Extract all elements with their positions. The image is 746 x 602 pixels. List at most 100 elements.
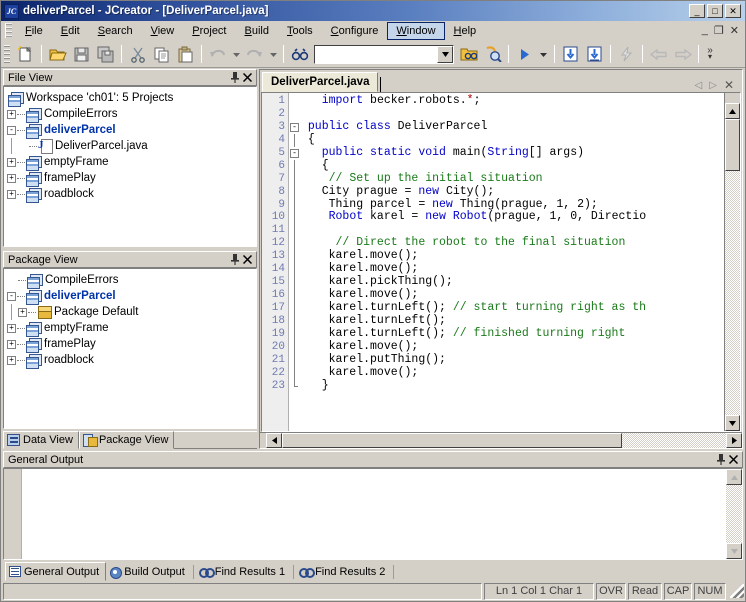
scroll-right-button[interactable] [726,433,742,448]
tab-deliverparcel-java[interactable]: DeliverParcel.java [262,72,378,92]
lightning-icon[interactable] [615,43,638,65]
tree-expand-icon[interactable]: + [7,190,16,199]
output-scroll-track[interactable] [726,485,742,543]
tree-item[interactable]: +emptyFrame [7,320,256,336]
menu-project[interactable]: Project [183,22,235,40]
redo-dropdown-icon[interactable] [267,43,279,65]
close-icon[interactable] [241,71,254,84]
tree-item[interactable]: +Package Default [7,304,256,320]
paste-icon[interactable] [174,43,197,65]
mdi-minimize-button[interactable]: _ [702,24,708,37]
cut-icon[interactable] [126,43,149,65]
tree-item[interactable]: +emptyFrame [7,154,256,170]
package-view-client[interactable]: CompileErrors-deliverParcel+Package Defa… [3,268,257,429]
pin-icon[interactable] [228,71,241,84]
mdi-restore-button[interactable]: ❐ [714,24,724,37]
tree-expand-icon[interactable]: + [7,174,16,183]
forward-arrow-icon[interactable] [671,43,694,65]
resize-grip[interactable] [730,584,744,598]
pin-icon[interactable] [228,253,241,266]
editor-horizontal-scrollbar[interactable] [260,432,742,448]
tree-expand-icon[interactable]: + [7,324,16,333]
minimize-button[interactable]: _ [689,4,705,18]
toolbar-overflow-icon[interactable]: »▾ [703,48,717,60]
fold-cell[interactable]: - [289,147,301,160]
fold-collapse-icon[interactable]: - [290,149,299,158]
package-view-tree[interactable]: CompileErrors-deliverParcel+Package Defa… [4,269,256,368]
search-combo[interactable] [314,45,454,64]
tree-item[interactable]: Workspace 'ch01': 5 Projects [7,90,256,106]
editor-next-icon[interactable]: ▷ [709,80,717,91]
redo-icon[interactable] [243,43,266,65]
hscroll-track[interactable] [622,433,726,448]
editor-vertical-scrollbar[interactable] [724,93,740,431]
close-button[interactable]: ✕ [725,4,741,18]
back-arrow-icon[interactable] [647,43,670,65]
close-icon[interactable] [241,253,254,266]
run-dropdown-icon[interactable] [537,43,550,65]
undo-icon[interactable] [206,43,229,65]
file-view-client[interactable]: Workspace 'ch01': 5 Projects+CompileErro… [3,86,257,247]
find-icon[interactable] [288,43,311,65]
close-icon[interactable] [727,453,740,466]
menu-help[interactable]: Help [445,22,486,40]
find-in-files-icon[interactable] [457,43,480,65]
menu-view[interactable]: View [142,22,184,40]
tree-item[interactable]: CompileErrors [7,272,256,288]
menu-configure[interactable]: Configure [322,22,388,40]
tab-package-view[interactable]: Package View [79,431,175,449]
tree-item[interactable]: +framePlay [7,170,256,186]
output-client[interactable] [3,468,743,560]
menu-file[interactable]: File [16,22,52,40]
fold-cell[interactable]: - [289,121,301,134]
code-editor[interactable]: 1234567891011121314151617181920212223 --… [261,92,741,432]
tree-item[interactable]: DeliverParcel.java [7,138,256,154]
menu-search[interactable]: Search [89,22,142,40]
tab-find-results-2[interactable]: Find Results 2 [296,562,391,581]
hscroll-thumb[interactable] [282,433,622,448]
tree-item[interactable]: +CompileErrors [7,106,256,122]
pin-icon[interactable] [714,453,727,466]
scroll-down-button[interactable] [725,415,740,431]
run-icon[interactable] [513,43,536,65]
copy-icon[interactable] [150,43,173,65]
undo-dropdown-icon[interactable] [230,43,242,65]
search-input[interactable] [315,47,433,62]
open-folder-icon[interactable] [46,43,69,65]
tree-expand-icon[interactable]: + [7,158,16,167]
scroll-up-button[interactable] [725,103,740,119]
editor-close-icon[interactable]: ✕ [724,78,734,92]
chevron-down-icon[interactable] [437,46,453,63]
tree-expand-icon[interactable]: + [7,356,16,365]
tree-expand-icon[interactable]: + [18,308,27,317]
replace-icon[interactable] [481,43,504,65]
scroll-track[interactable] [725,171,740,415]
compile-icon[interactable] [559,43,582,65]
file-view-tree[interactable]: Workspace 'ch01': 5 Projects+CompileErro… [4,87,256,202]
mdi-close-button[interactable]: ✕ [730,24,739,37]
tab-find-results-1[interactable]: Find Results 1 [196,562,291,581]
menu-build[interactable]: Build [236,22,278,40]
tree-expand-icon[interactable]: + [7,110,16,119]
menu-window[interactable]: Window [387,22,444,40]
tree-item[interactable]: +roadblock [7,186,256,202]
scroll-left-button[interactable] [266,433,282,448]
output-text[interactable] [22,469,726,559]
output-scroll-down-button[interactable] [726,543,742,559]
tree-item[interactable]: +framePlay [7,336,256,352]
maximize-button[interactable]: □ [707,4,723,18]
output-scroll-up-button[interactable] [726,469,742,485]
tree-item[interactable]: -deliverParcel [7,122,256,138]
menu-tools[interactable]: Tools [278,22,322,40]
tab-build-output[interactable]: Build Output [106,562,191,581]
new-file-icon[interactable] [14,43,37,65]
tab-general-output[interactable]: General Output [5,562,106,581]
toolbar-grip[interactable] [4,45,10,63]
code-text[interactable]: import becker.robots.*; public class Del… [301,93,724,431]
menu-grip[interactable] [5,23,12,38]
scroll-thumb[interactable] [725,119,740,171]
tree-item[interactable]: -deliverParcel [7,288,256,304]
tab-data-view[interactable]: Data View [3,431,79,449]
editor-prev-icon[interactable]: ◁ [695,80,703,91]
compile-all-icon[interactable] [583,43,606,65]
